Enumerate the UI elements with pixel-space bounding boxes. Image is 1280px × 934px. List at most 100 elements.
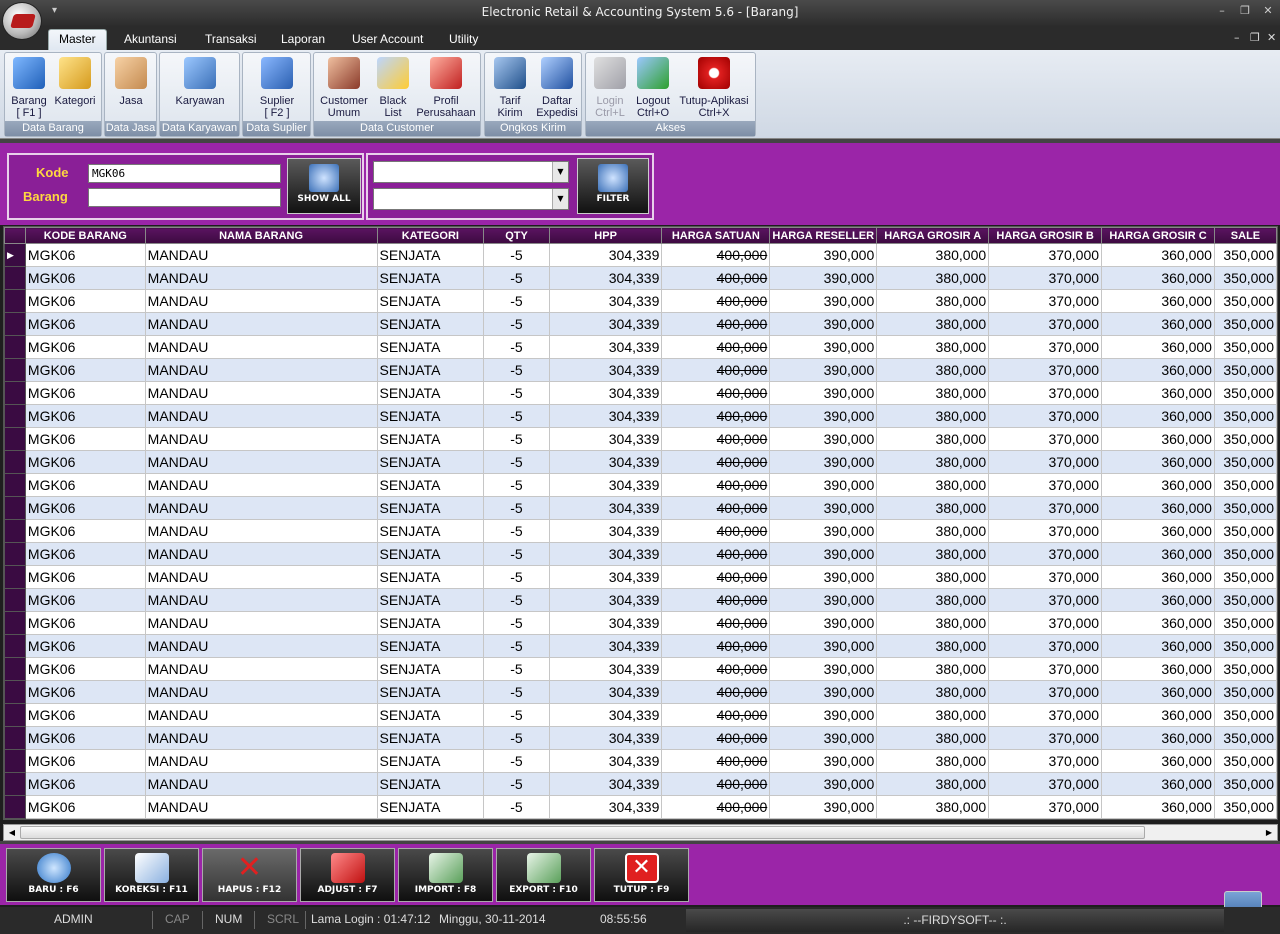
cell-satuan[interactable]: 400,000 (661, 312, 771, 336)
cell-kategori[interactable]: SENJATA (376, 772, 485, 796)
logout-button[interactable]: Logout Ctrl+O (632, 57, 674, 119)
cell-reseller[interactable]: 390,000 (769, 565, 878, 589)
cell-reseller[interactable]: 390,000 (769, 289, 878, 313)
cell-grosir-c[interactable]: 360,000 (1101, 427, 1215, 451)
row-indicator[interactable] (4, 634, 26, 658)
row-indicator[interactable] (4, 749, 26, 773)
cell-reseller[interactable]: 390,000 (769, 312, 878, 336)
cell-satuan[interactable]: 400,000 (661, 703, 771, 727)
cell-satuan[interactable]: 400,000 (661, 795, 771, 819)
cell-kode[interactable]: MGK06 (24, 542, 146, 566)
cell-hpp[interactable]: 304,339 (548, 312, 663, 336)
cell-reseller[interactable]: 390,000 (769, 611, 878, 635)
cell-grosir-a[interactable]: 380,000 (876, 289, 990, 313)
cell-satuan[interactable]: 400,000 (661, 588, 771, 612)
row-indicator[interactable] (4, 565, 26, 589)
cell-grosir-a[interactable]: 380,000 (876, 795, 990, 819)
cell-grosir-b[interactable]: 370,000 (988, 611, 1103, 635)
cell-nama[interactable]: MANDAU (144, 312, 378, 336)
tutup-button[interactable]: ✕ TUTUP : F9 (594, 848, 689, 902)
cell-grosir-c[interactable]: 360,000 (1101, 404, 1215, 428)
cell-satuan[interactable]: 400,000 (661, 726, 771, 750)
cell-sale[interactable]: 350,000 (1213, 496, 1277, 520)
cell-grosir-a[interactable]: 380,000 (876, 404, 990, 428)
app-logo-icon[interactable] (2, 2, 42, 40)
cell-kode[interactable]: MGK06 (24, 243, 146, 267)
cell-satuan[interactable]: 400,000 (661, 381, 771, 405)
cell-kode[interactable]: MGK06 (24, 565, 146, 589)
minimize-icon[interactable]: – (1212, 4, 1232, 17)
cell-grosir-c[interactable]: 360,000 (1101, 473, 1215, 497)
cell-nama[interactable]: MANDAU (144, 496, 378, 520)
cell-grosir-a[interactable]: 380,000 (876, 312, 990, 336)
cell-nama[interactable]: MANDAU (144, 749, 378, 773)
row-indicator[interactable] (4, 680, 26, 704)
cell-grosir-b[interactable]: 370,000 (988, 519, 1103, 543)
cell-hpp[interactable]: 304,339 (548, 266, 663, 290)
cell-grosir-c[interactable]: 360,000 (1101, 542, 1215, 566)
table-row[interactable]: MGK06 MANDAU SENJATA -5 304,339 400,000 390,00… (4, 519, 1277, 543)
cell-satuan[interactable]: 400,000 (661, 404, 771, 428)
cell-qty[interactable]: -5 (483, 611, 550, 635)
chevron-down-icon[interactable]: ▼ (552, 162, 568, 182)
cell-grosir-a[interactable]: 380,000 (876, 473, 990, 497)
cell-kategori[interactable]: SENJATA (376, 634, 485, 658)
cell-hpp[interactable]: 304,339 (548, 519, 663, 543)
cell-reseller[interactable]: 390,000 (769, 795, 878, 819)
cell-nama[interactable]: MANDAU (144, 289, 378, 313)
cell-satuan[interactable]: 400,000 (661, 473, 771, 497)
cell-reseller[interactable]: 390,000 (769, 404, 878, 428)
suplier-button[interactable]: Suplier[ F2 ] (245, 57, 309, 119)
cell-sale[interactable]: 350,000 (1213, 634, 1277, 658)
cell-grosir-b[interactable]: 370,000 (988, 266, 1103, 290)
cell-grosir-c[interactable]: 360,000 (1101, 749, 1215, 773)
column-header[interactable]: QTY (483, 227, 550, 244)
table-row[interactable]: MGK06 MANDAU SENJATA -5 304,339 400,000 390,00… (4, 266, 1277, 290)
cell-qty[interactable]: -5 (483, 772, 550, 796)
cell-grosir-b[interactable]: 370,000 (988, 289, 1103, 313)
profil-perusahaan-button[interactable]: Profil Perusahaan (414, 57, 478, 119)
cell-grosir-b[interactable]: 370,000 (988, 588, 1103, 612)
tab-akuntansi[interactable]: Akuntansi (114, 30, 187, 50)
tab-utility[interactable]: Utility (439, 30, 488, 50)
adjust-button[interactable]: ADJUST : F7 (300, 848, 395, 902)
cell-satuan[interactable]: 400,000 (661, 243, 771, 267)
cell-grosir-c[interactable]: 360,000 (1101, 634, 1215, 658)
row-indicator[interactable] (4, 611, 26, 635)
cell-qty[interactable]: -5 (483, 542, 550, 566)
cell-sale[interactable]: 350,000 (1213, 749, 1277, 773)
cell-satuan[interactable]: 400,000 (661, 266, 771, 290)
row-indicator[interactable] (4, 519, 26, 543)
cell-kategori[interactable]: SENJATA (376, 519, 485, 543)
cell-nama[interactable]: MANDAU (144, 726, 378, 750)
cell-reseller[interactable]: 390,000 (769, 772, 878, 796)
cell-kode[interactable]: MGK06 (24, 450, 146, 474)
cell-grosir-a[interactable]: 380,000 (876, 565, 990, 589)
cell-grosir-b[interactable]: 370,000 (988, 450, 1103, 474)
cell-nama[interactable]: MANDAU (144, 358, 378, 382)
cell-kode[interactable]: MGK06 (24, 611, 146, 635)
table-row[interactable]: MGK06 MANDAU SENJATA -5 304,339 400,000 390,00… (4, 565, 1277, 589)
table-row[interactable]: MGK06 MANDAU SENJATA -5 304,339 400,000 390,00… (4, 496, 1277, 520)
cell-grosir-c[interactable]: 360,000 (1101, 611, 1215, 635)
cell-grosir-c[interactable]: 360,000 (1101, 588, 1215, 612)
cell-grosir-a[interactable]: 380,000 (876, 335, 990, 359)
cell-grosir-a[interactable]: 380,000 (876, 519, 990, 543)
cell-hpp[interactable]: 304,339 (548, 358, 663, 382)
cell-kategori[interactable]: SENJATA (376, 565, 485, 589)
cell-grosir-a[interactable]: 380,000 (876, 450, 990, 474)
cell-kategori[interactable]: SENJATA (376, 335, 485, 359)
cell-sale[interactable]: 350,000 (1213, 358, 1277, 382)
cell-sale[interactable]: 350,000 (1213, 772, 1277, 796)
table-row[interactable]: MGK06 MANDAU SENJATA -5 304,339 400,000 390,00… (4, 381, 1277, 405)
cell-sale[interactable]: 350,000 (1213, 565, 1277, 589)
cell-qty[interactable]: -5 (483, 565, 550, 589)
row-indicator[interactable] (4, 450, 26, 474)
cell-sale[interactable]: 350,000 (1213, 588, 1277, 612)
cell-qty[interactable]: -5 (483, 312, 550, 336)
column-header[interactable]: HPP (548, 227, 663, 244)
scroll-thumb[interactable] (20, 826, 1145, 839)
cell-grosir-a[interactable]: 380,000 (876, 542, 990, 566)
table-row[interactable]: MGK06 MANDAU SENJATA -5 304,339 400,000 390,00… (4, 289, 1277, 313)
cell-sale[interactable]: 350,000 (1213, 795, 1277, 819)
